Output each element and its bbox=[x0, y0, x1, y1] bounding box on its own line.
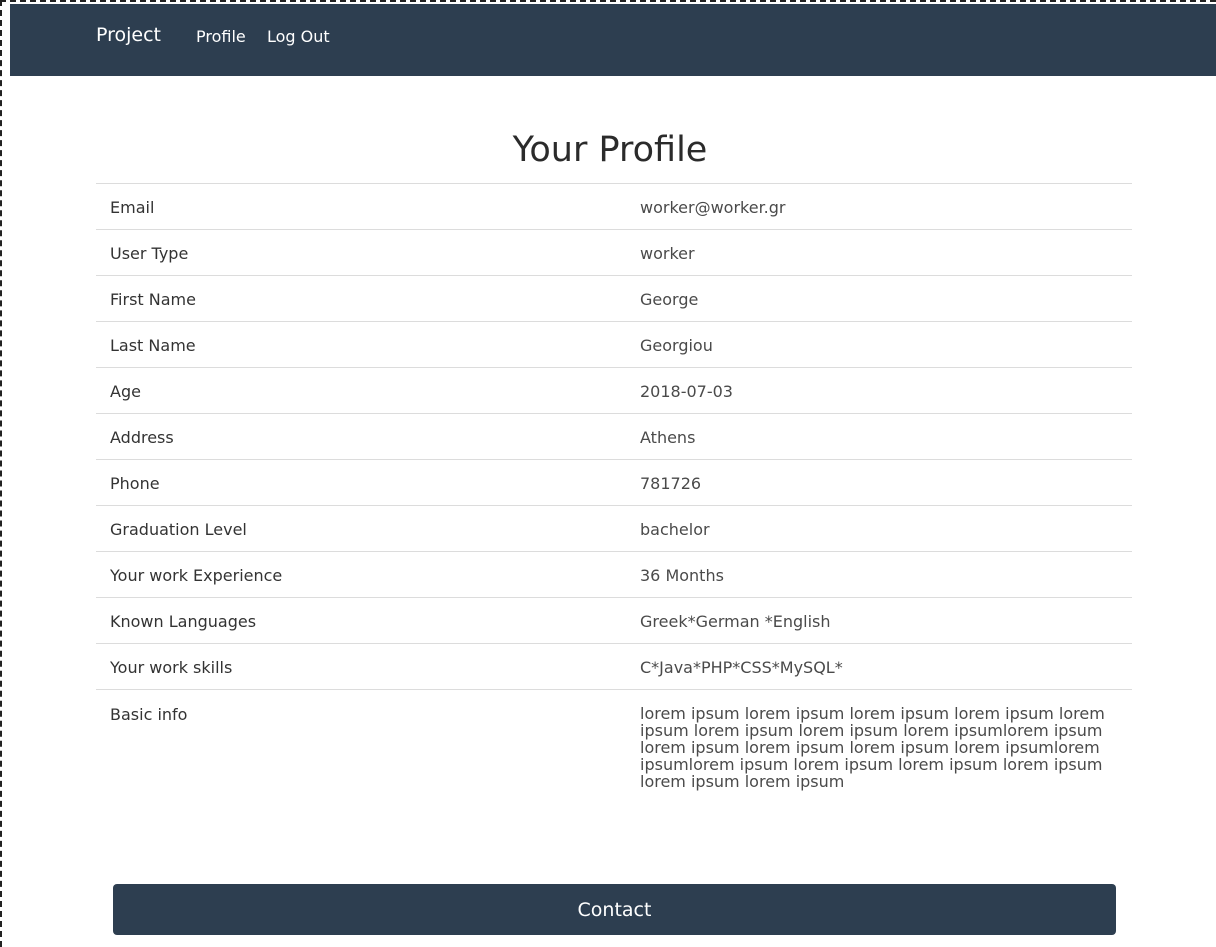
row-value: 36 Months bbox=[640, 566, 724, 585]
profile-table: Email worker@worker.gr User Type worker … bbox=[96, 183, 1132, 790]
row-value: Georgiou bbox=[640, 336, 713, 355]
row-label: Your work Experience bbox=[110, 566, 283, 585]
profile-row-work-skills: Your work skills C*Java*PHP*CSS*MySQL* bbox=[96, 643, 1132, 690]
profile-row-user-type: User Type worker bbox=[96, 229, 1132, 276]
row-label: Phone bbox=[110, 474, 160, 493]
profile-row-address: Address Athens bbox=[96, 413, 1132, 460]
row-label: Age bbox=[110, 382, 141, 401]
profile-row-age: Age 2018-07-03 bbox=[96, 367, 1132, 414]
row-label: Email bbox=[110, 198, 155, 217]
page-frame: Project Profile Log Out Your Profile Ema… bbox=[0, 0, 1216, 947]
row-label: User Type bbox=[110, 244, 189, 263]
row-value: worker@worker.gr bbox=[640, 198, 786, 217]
brand-link[interactable]: Project bbox=[96, 24, 161, 46]
profile-row-phone: Phone 781726 bbox=[96, 459, 1132, 506]
row-label: First Name bbox=[110, 290, 196, 309]
page-title: Your Profile bbox=[512, 130, 708, 170]
row-value: bachelor bbox=[640, 520, 710, 539]
row-label: Basic info bbox=[110, 705, 188, 724]
row-value: George bbox=[640, 290, 699, 309]
row-label: Known Languages bbox=[110, 612, 257, 631]
contact-button[interactable]: Contact bbox=[113, 884, 1116, 935]
row-value: 2018-07-03 bbox=[640, 382, 733, 401]
profile-row-basic-info: Basic info lorem ipsum lorem ipsum lorem… bbox=[96, 689, 1132, 791]
profile-row-last-name: Last Name Georgiou bbox=[96, 321, 1132, 368]
row-value: lorem ipsum lorem ipsum lorem ipsum lore… bbox=[640, 704, 1105, 791]
row-value: 781726 bbox=[640, 474, 702, 493]
row-value: Greek*German *English bbox=[640, 612, 831, 631]
row-value: worker bbox=[640, 244, 695, 263]
row-label: Last Name bbox=[110, 336, 196, 355]
nav-logout-link[interactable]: Log Out bbox=[267, 27, 330, 46]
row-value: C*Java*PHP*CSS*MySQL* bbox=[640, 658, 843, 677]
row-label: Graduation Level bbox=[110, 520, 247, 539]
profile-row-graduation-level: Graduation Level bachelor bbox=[96, 505, 1132, 552]
top-navbar: Project Profile Log Out bbox=[10, 4, 1216, 76]
nav-profile-link[interactable]: Profile bbox=[196, 27, 246, 46]
profile-row-email: Email worker@worker.gr bbox=[96, 183, 1132, 230]
profile-row-known-languages: Known Languages Greek*German *English bbox=[96, 597, 1132, 644]
row-label: Address bbox=[110, 428, 174, 447]
row-value: Athens bbox=[640, 428, 696, 447]
profile-row-work-experience: Your work Experience 36 Months bbox=[96, 551, 1132, 598]
row-label: Your work skills bbox=[110, 658, 233, 677]
profile-row-first-name: First Name George bbox=[96, 275, 1132, 322]
